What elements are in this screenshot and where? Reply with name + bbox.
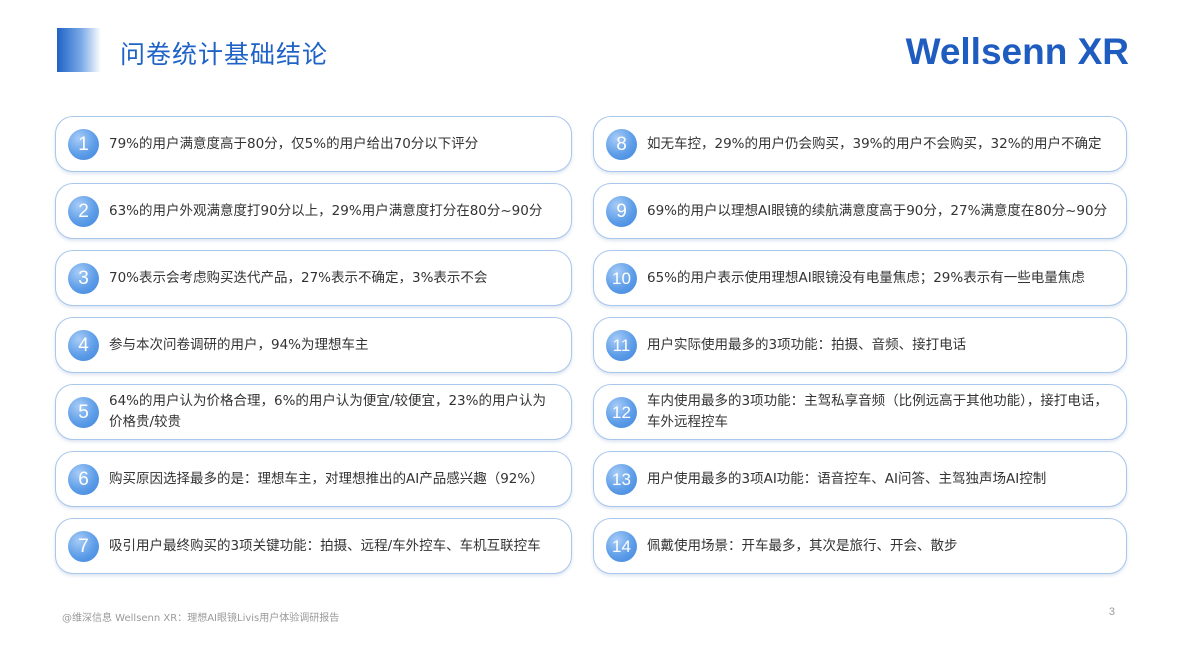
number-badge: 7 xyxy=(68,530,99,562)
conclusion-text: 如无车控，29%的用户仍会购买，39%的用户不会购买，32%的用户不确定 xyxy=(647,135,1102,152)
conclusion-card-11: 11 用户实际使用最多的3项功能：拍摄、音频、接打电话 xyxy=(593,317,1127,373)
footer-source: @维深信息 Wellsenn XR：理想AI眼镜Livis用户体验调研报告 xyxy=(62,613,340,624)
conclusion-card-6: 6 购买原因选择最多的是：理想车主，对理想推出的AI产品感兴趣（92%） xyxy=(55,451,572,507)
number-badge: 14 xyxy=(606,530,637,562)
number-badge: 2 xyxy=(68,195,99,227)
conclusion-text: 吸引用户最终购买的3项关键功能：拍摄、远程/车外控车、车机互联控车 xyxy=(109,537,541,554)
conclusion-card-1: 1 79%的用户满意度高于80分，仅5%的用户给出70分以下评分 xyxy=(55,116,572,172)
conclusion-text: 佩戴使用场景：开车最多，其次是旅行、开会、散步 xyxy=(647,537,958,554)
conclusions-right-column: 8 如无车控，29%的用户仍会购买，39%的用户不会购买，32%的用户不确定 9… xyxy=(593,116,1127,574)
conclusion-text: 63%的用户外观满意度打90分以上，29%用户满意度打分在80分~90分 xyxy=(109,202,543,219)
conclusion-card-10: 10 65%的用户表示使用理想AI眼镜没有电量焦虑；29%表示有一些电量焦虑 xyxy=(593,250,1127,306)
number-badge: 12 xyxy=(606,396,637,428)
conclusion-text: 65%的用户表示使用理想AI眼镜没有电量焦虑；29%表示有一些电量焦虑 xyxy=(647,269,1085,286)
number-badge: 13 xyxy=(606,463,637,495)
number-badge: 4 xyxy=(68,329,99,361)
conclusion-card-9: 9 69%的用户以理想AI眼镜的续航满意度高于90分，27%满意度在80分~90… xyxy=(593,183,1127,239)
conclusion-card-12: 12 车内使用最多的3项功能：主驾私享音频（比例远高于其他功能），接打电话，车外… xyxy=(593,384,1127,440)
conclusion-card-5: 5 64%的用户认为价格合理，6%的用户认为便宜/较便宜，23%的用户认为价格贵… xyxy=(55,384,572,440)
conclusion-card-8: 8 如无车控，29%的用户仍会购买，39%的用户不会购买，32%的用户不确定 xyxy=(593,116,1127,172)
conclusion-text: 64%的用户认为价格合理，6%的用户认为便宜/较便宜，23%的用户认为价格贵/较… xyxy=(109,393,546,430)
number-badge: 6 xyxy=(68,463,99,495)
conclusions-left-column: 1 79%的用户满意度高于80分，仅5%的用户给出70分以下评分 2 63%的用… xyxy=(55,116,572,574)
number-badge: 3 xyxy=(68,262,99,294)
wellsenn-logo: Wellsenn XR xyxy=(906,30,1129,74)
number-badge: 11 xyxy=(606,329,637,361)
conclusion-text: 车内使用最多的3项功能：主驾私享音频（比例远高于其他功能），接打电话，车外远程控… xyxy=(647,393,1108,430)
conclusion-text: 用户使用最多的3项AI功能：语音控车、AI问答、主驾独声场AI控制 xyxy=(647,470,1047,487)
number-badge: 1 xyxy=(68,128,99,160)
page-title: 问卷统计基础结论 xyxy=(120,40,329,69)
conclusion-card-3: 3 70%表示会考虑购买迭代产品，27%表示不确定，3%表示不会 xyxy=(55,250,572,306)
conclusion-text: 79%的用户满意度高于80分，仅5%的用户给出70分以下评分 xyxy=(109,135,479,152)
conclusion-card-14: 14 佩戴使用场景：开车最多，其次是旅行、开会、散步 xyxy=(593,518,1127,574)
number-badge: 8 xyxy=(606,128,637,160)
conclusion-text: 参与本次问卷调研的用户，94%为理想车主 xyxy=(109,336,369,353)
page-number: 3 xyxy=(1108,606,1115,618)
conclusion-card-7: 7 吸引用户最终购买的3项关键功能：拍摄、远程/车外控车、车机互联控车 xyxy=(55,518,572,574)
title-accent-bar xyxy=(57,28,101,72)
number-badge: 9 xyxy=(606,195,637,227)
logo-text: Wellsenn XR xyxy=(905,31,1129,72)
number-badge: 5 xyxy=(68,396,99,428)
conclusion-text: 用户实际使用最多的3项功能：拍摄、音频、接打电话 xyxy=(647,336,967,353)
conclusion-text: 69%的用户以理想AI眼镜的续航满意度高于90分，27%满意度在80分~90分 xyxy=(647,202,1108,219)
number-badge: 10 xyxy=(606,262,637,294)
conclusion-text: 购买原因选择最多的是：理想车主，对理想推出的AI产品感兴趣（92%） xyxy=(109,470,544,487)
conclusion-card-13: 13 用户使用最多的3项AI功能：语音控车、AI问答、主驾独声场AI控制 xyxy=(593,451,1127,507)
conclusion-text: 70%表示会考虑购买迭代产品，27%表示不确定，3%表示不会 xyxy=(109,269,488,286)
conclusion-card-2: 2 63%的用户外观满意度打90分以上，29%用户满意度打分在80分~90分 xyxy=(55,183,572,239)
conclusion-card-4: 4 参与本次问卷调研的用户，94%为理想车主 xyxy=(55,317,572,373)
